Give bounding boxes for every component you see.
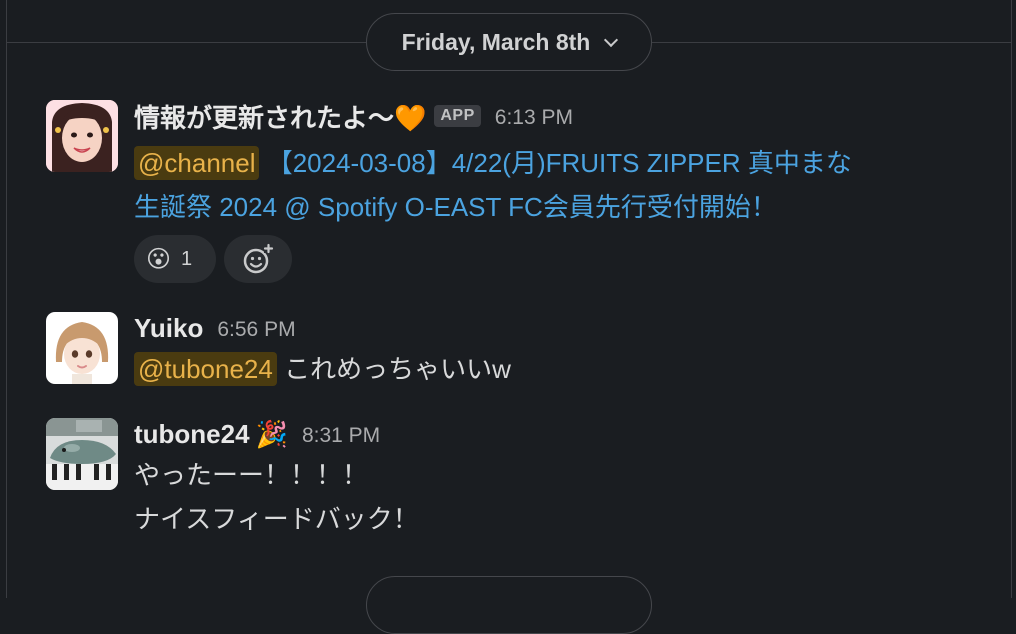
date-divider-label: Friday, March 8th [401,28,591,55]
message-timestamp[interactable]: 8:31 PM [302,424,380,448]
sender-name[interactable]: tubone24 [134,419,250,450]
message-timestamp[interactable]: 6:13 PM [495,106,573,130]
message-text: @channel 【2024-03-08】4/22(月)FRUITS ZIPPE… [134,141,976,185]
chevron-down-icon [604,32,619,47]
sender-name[interactable]: 情報が更新されたよ〜🧡 [134,98,426,135]
surprised-face-icon: 😮 [146,245,172,273]
message-item: Yuiko 6:56 PM @tubone24 これめっちゃいいw [46,312,976,392]
avatar[interactable] [46,418,118,490]
message-timestamp[interactable]: 6:56 PM [217,318,295,342]
event-link-continued[interactable]: 生誕祭 2024 @ Spotify O-EAST FC会員先行受付開始！ [134,192,777,222]
reaction-bar: 😮 1 [134,235,976,283]
message-item: tubone24 🎉 8:31 PM やったーー！！！！ ナイスフィードバック！ [46,418,976,548]
message-body: これめっちゃいいw [276,354,511,384]
reaction-count: 1 [181,247,193,270]
app-badge: APP [434,105,481,127]
add-reaction-icon [243,243,274,274]
party-popper-icon[interactable]: 🎉 [256,419,288,450]
avatar[interactable] [46,312,118,384]
avatar[interactable] [46,100,118,172]
date-divider-button[interactable]: Friday, March 8th [366,13,652,71]
message-text: @tubone24 これめっちゃいいw [134,347,976,391]
message-text-continued: ナイスフィードバック！ [134,504,419,534]
reaction-pill[interactable]: 😮 1 [134,235,216,283]
user-mention[interactable]: @tubone24 [134,352,277,386]
message-text-continued: 生誕祭 2024 @ Spotify O-EAST FC会員先行受付開始！ [134,185,976,229]
date-divider-button-next[interactable] [366,576,652,634]
channel-mention[interactable]: @channel [134,146,260,180]
event-link[interactable]: 【2024-03-08】4/22(月)FRUITS ZIPPER 真中まな [259,148,852,178]
sender-name[interactable]: Yuiko [134,313,203,344]
add-reaction-button[interactable] [224,235,292,283]
message-text: やったーー！！！！ [134,460,369,490]
message-item: 情報が更新されたよ〜🧡 APP 6:13 PM @channel 【2024-0… [46,98,976,283]
